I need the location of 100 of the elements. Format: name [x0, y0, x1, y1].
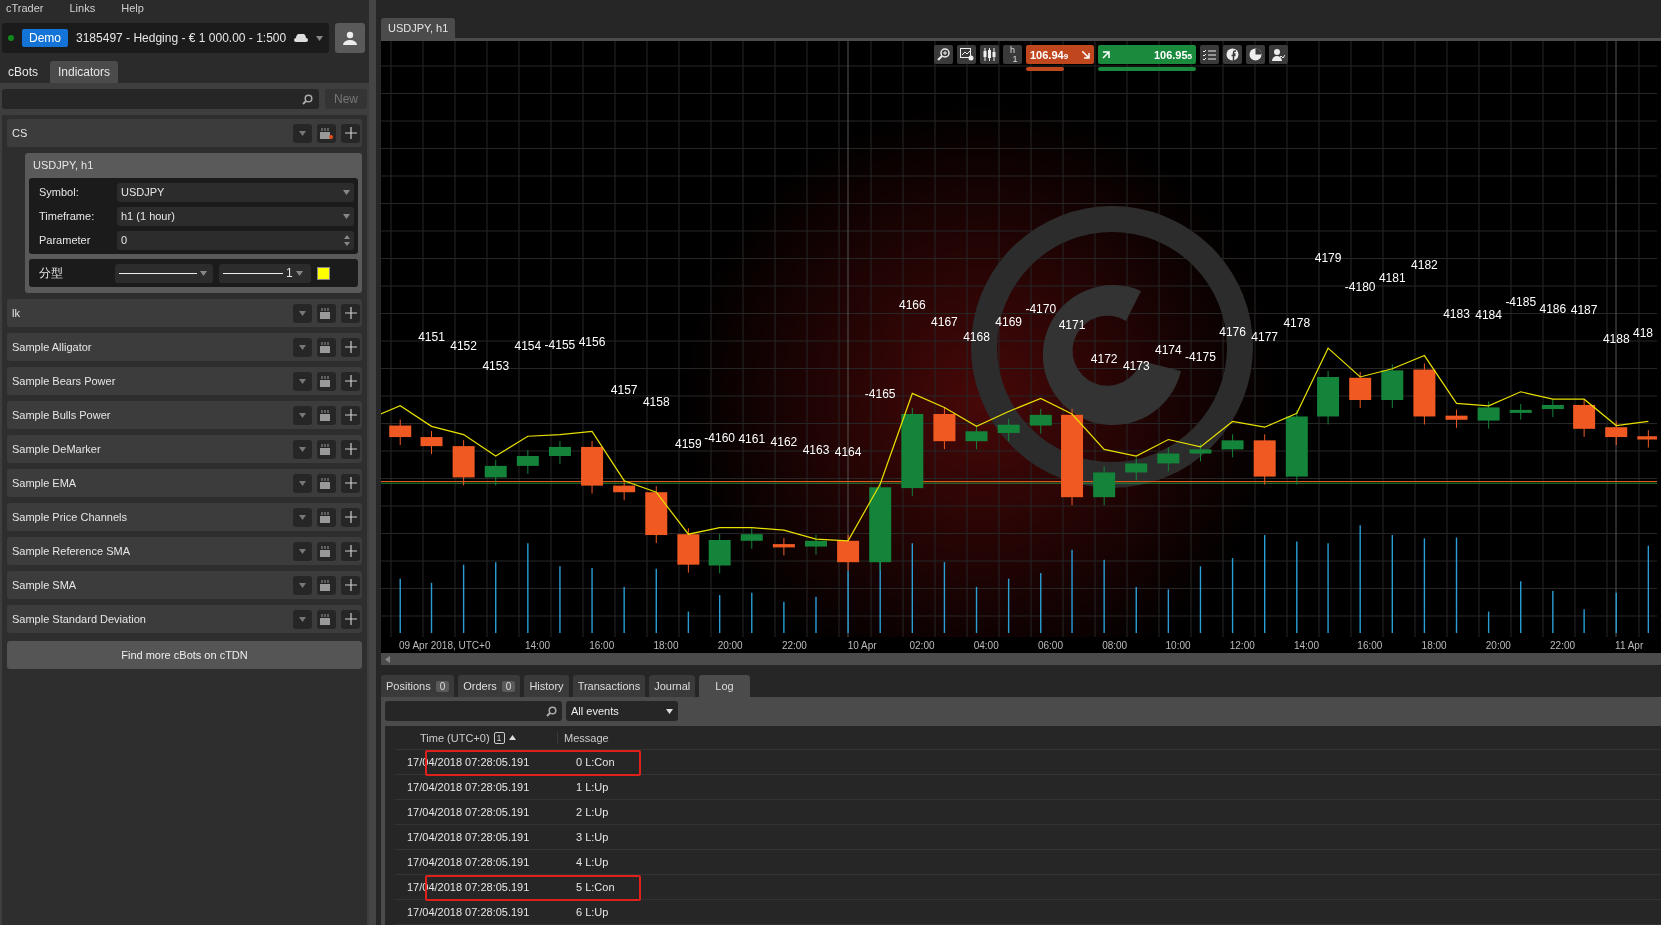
panel-tab[interactable]: Journal	[649, 675, 696, 697]
instance-button[interactable]	[317, 541, 336, 561]
add-button[interactable]	[341, 337, 360, 357]
indicator-row[interactable]: CS	[7, 119, 362, 147]
round-icon	[1226, 48, 1239, 62]
number-field[interactable]: 0	[117, 230, 354, 250]
add-button[interactable]	[341, 405, 360, 425]
table-cell-text: 0 L:Con	[575, 756, 615, 768]
trader-button[interactable]	[1269, 45, 1288, 65]
log-row[interactable]: 17/04/2018 07:28:05.191 4 L:Up	[395, 850, 1661, 875]
line-style-select[interactable]	[115, 263, 213, 283]
dropdown-button[interactable]	[293, 575, 312, 595]
instance-button[interactable]	[317, 371, 336, 391]
menu-item[interactable]: Help	[121, 2, 144, 18]
event-filter-select[interactable]: All events	[566, 701, 678, 721]
log-row[interactable]: 17/04/2018 07:28:05.191 3 L:Up	[395, 825, 1661, 850]
column-header[interactable]: Time (UTC+0)	[420, 731, 490, 744]
volume-bar	[1007, 578, 1010, 635]
indicator-row[interactable]: Sample EMA	[7, 469, 362, 497]
add-button[interactable]	[341, 575, 360, 595]
indicator-row[interactable]: Sample Reference SMA	[7, 537, 362, 565]
select-field[interactable]: USDJPY	[117, 182, 354, 202]
menu-item[interactable]: Links	[69, 2, 96, 18]
indicator-row[interactable]: Sample Bulls Power	[7, 401, 362, 429]
instance-button[interactable]	[317, 575, 336, 595]
sell-button[interactable]: 106.94$_{9}$	[1026, 45, 1094, 65]
panel-tab[interactable]: Transactions	[572, 675, 646, 697]
panel-tab[interactable]: History	[524, 675, 569, 697]
indicator-row[interactable]: Sample DeMarker	[7, 435, 362, 463]
chart-type-button[interactable]	[980, 45, 999, 65]
bar-label: -4165	[864, 387, 896, 402]
panel-tab[interactable]: Orders 0	[458, 675, 521, 697]
dropdown-button[interactable]	[293, 303, 312, 323]
candle	[740, 528, 763, 550]
indicator-row[interactable]: Sample Standard Deviation	[7, 605, 362, 633]
panel-tab[interactable]: Indicators	[50, 61, 119, 83]
search-field[interactable]	[385, 701, 562, 721]
add-button[interactable]	[341, 473, 360, 493]
dropdown-button[interactable]	[293, 405, 312, 425]
log-row[interactable]: 17/04/2018 07:28:05.191 1 L:Up	[395, 775, 1661, 800]
chart-tab[interactable]: USDJPY, h1	[381, 18, 456, 39]
indicator-row[interactable]: lk	[7, 299, 362, 327]
instance-button[interactable]	[317, 303, 336, 323]
share-button[interactable]	[1223, 45, 1242, 65]
candle	[708, 533, 731, 575]
instance-button[interactable]	[317, 507, 336, 527]
thickness-select[interactable]: 1	[219, 263, 311, 283]
find-more-button[interactable]: Find more cBots on cTDN	[7, 641, 362, 669]
instance-button[interactable]	[317, 439, 336, 459]
dropdown-button[interactable]	[293, 609, 312, 629]
search-field[interactable]	[2, 89, 319, 109]
candle	[1477, 401, 1500, 430]
chart-settings-button[interactable]	[957, 45, 976, 65]
dropdown-button[interactable]	[293, 371, 312, 391]
dropdown-button[interactable]	[293, 337, 312, 357]
dropdown-button[interactable]	[293, 439, 312, 459]
dropdown-button[interactable]	[293, 473, 312, 493]
table-cell-text: 2 L:Up	[575, 806, 609, 818]
add-button[interactable]	[341, 609, 360, 629]
select-field[interactable]: h1 (1 hour)	[117, 206, 354, 226]
axis-label: 12:00	[1229, 640, 1255, 652]
add-button[interactable]	[341, 439, 360, 459]
dropdown-button[interactable]	[293, 541, 312, 561]
add-button[interactable]	[341, 123, 360, 143]
theme-button[interactable]	[1246, 45, 1265, 65]
add-button[interactable]	[341, 541, 360, 561]
add-button[interactable]	[341, 371, 360, 391]
zoom-button[interactable]	[934, 45, 953, 65]
log-row[interactable]: 17/04/2018 07:28:05.191 2 L:Up	[395, 800, 1661, 825]
add-button[interactable]	[341, 303, 360, 323]
list-button[interactable]	[1200, 45, 1219, 65]
column-header[interactable]: Message	[564, 731, 609, 744]
instance-button[interactable]	[317, 609, 336, 629]
panel-tab[interactable]: Log	[699, 675, 750, 697]
timeframe-button[interactable]: h 1	[1003, 45, 1022, 65]
instance-button[interactable]	[317, 337, 336, 357]
log-row[interactable]: 17/04/2018 07:28:05.191 6 L:Up	[395, 900, 1661, 925]
bar-label: 4159	[675, 437, 702, 452]
indicator-row[interactable]: Sample Alligator	[7, 333, 362, 361]
zoom-icon	[937, 48, 950, 62]
menu-item[interactable]: cTrader	[6, 2, 44, 18]
table-cell-text: 5 L:Con	[575, 881, 615, 893]
instance-button[interactable]	[317, 473, 336, 493]
scroll-left-icon[interactable]	[385, 655, 390, 663]
instance-button[interactable]	[317, 405, 336, 425]
buy-button[interactable]: 106.95$_{5}$	[1098, 45, 1196, 65]
indicator-name: Sample Reference SMA	[12, 545, 131, 557]
panel-tab[interactable]: Positions 0	[381, 675, 455, 697]
indicator-row[interactable]: Sample Price Channels	[7, 503, 362, 531]
dropdown-button[interactable]	[293, 507, 312, 527]
color-swatch[interactable]	[317, 266, 330, 280]
account-selector[interactable]: Demo 3185497 - Hedging - € 1 000.00 - 1:500	[2, 23, 330, 53]
add-button[interactable]	[341, 507, 360, 527]
indicator-row[interactable]: Sample Bears Power	[7, 367, 362, 395]
axis-label: 06:00	[1037, 640, 1063, 652]
indicator-row[interactable]: Sample SMA	[7, 571, 362, 599]
dropdown-button[interactable]	[293, 123, 312, 143]
instance-button[interactable]	[317, 123, 336, 143]
user-button[interactable]	[335, 23, 365, 53]
axis-label: 09 Apr 2018, UTC+0	[399, 640, 491, 652]
